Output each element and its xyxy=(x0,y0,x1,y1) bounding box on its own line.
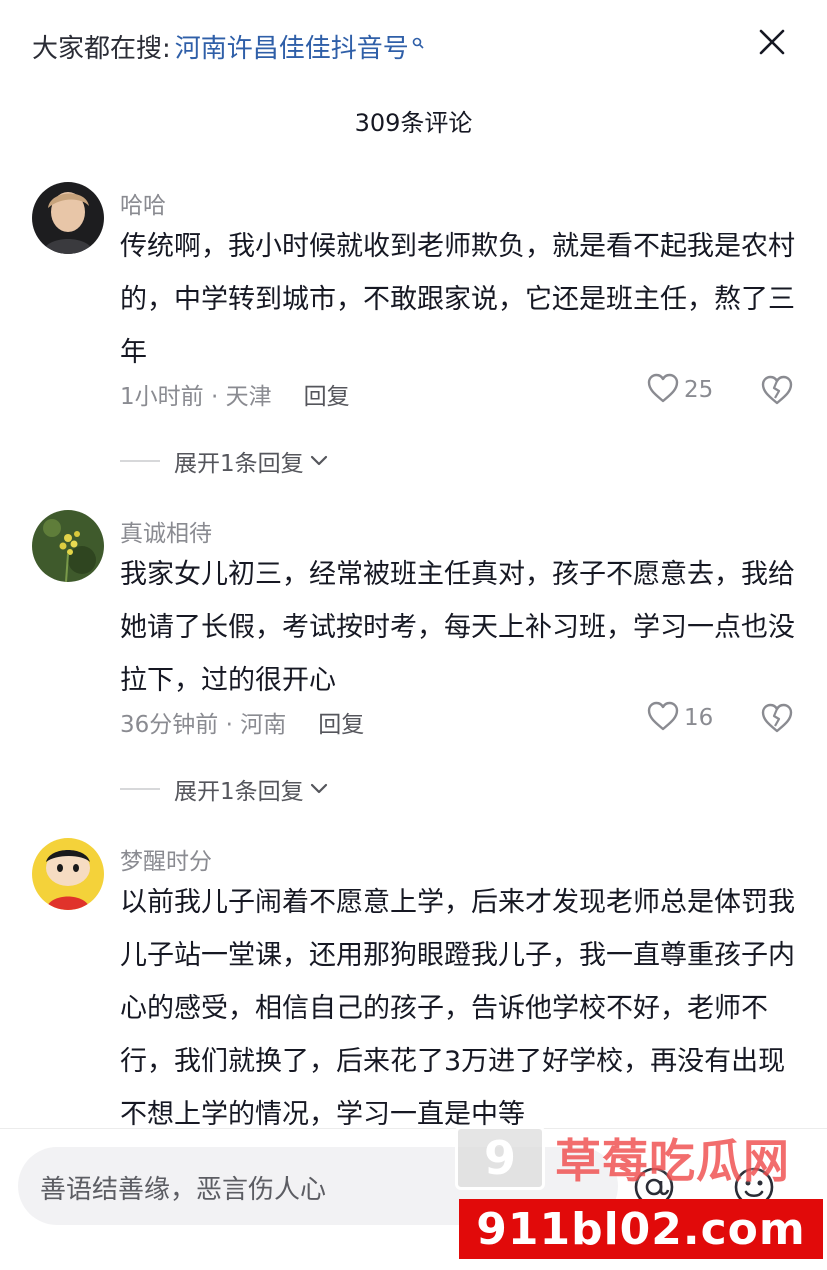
broken-heart-icon[interactable] xyxy=(760,702,794,738)
watermark-logo-number: 9 xyxy=(455,1126,545,1190)
search-suggestion-term[interactable]: 河南许昌佳佳抖音号 xyxy=(175,28,409,65)
expand-replies-label: 展开1条回复 xyxy=(174,779,304,805)
comment-username[interactable]: 梦醒时分 xyxy=(120,842,212,876)
avatar[interactable] xyxy=(32,182,104,254)
comment-meta: 36分钟前 · 河南 回复 xyxy=(120,705,364,739)
chevron-down-icon xyxy=(304,452,328,471)
comment-meta: 1小时前 · 天津 回复 xyxy=(120,377,350,411)
comment-time-location: 1小时前 · 天津 xyxy=(120,384,272,410)
search-icon xyxy=(412,26,424,56)
watermark-site-name: 草莓吃瓜网 xyxy=(555,1134,790,1188)
heart-outline-icon xyxy=(646,372,680,408)
broken-heart-icon[interactable] xyxy=(760,374,794,410)
close-icon[interactable] xyxy=(752,22,792,62)
search-suggestion[interactable]: 大家都在搜: 河南许昌佳佳抖音号 xyxy=(32,28,424,65)
comment-username[interactable]: 真诚相待 xyxy=(120,514,212,548)
like-button[interactable]: 25 xyxy=(646,372,713,408)
like-button[interactable]: 16 xyxy=(646,700,713,736)
reply-button[interactable]: 回复 xyxy=(304,377,350,411)
reply-button[interactable]: 回复 xyxy=(318,705,364,739)
divider xyxy=(120,788,160,790)
like-count: 16 xyxy=(684,705,714,731)
watermark-domain: 911bl02.com xyxy=(459,1199,823,1259)
comments-header: 大家都在搜: 河南许昌佳佳抖音号 309条评论 xyxy=(0,0,827,160)
comment-text: 以前我儿子闹着不愿意上学，后来才发现老师总是体罚我儿子站一堂课，还用那狗眼蹬我儿… xyxy=(120,887,795,1130)
avatar[interactable] xyxy=(32,510,104,582)
like-count: 25 xyxy=(684,377,714,403)
site-watermark: 9 草莓吃瓜网 www.cmcgw.com 911bl02.com xyxy=(443,1113,827,1270)
chevron-down-icon xyxy=(304,780,328,799)
expand-replies[interactable]: 展开1条回复 xyxy=(120,772,328,806)
comment-text: 传统啊，我小时候就收到老师欺负，就是看不起我是农村的，中学转到城市，不敢跟家说，… xyxy=(120,231,795,368)
heart-outline-icon xyxy=(646,700,680,736)
comment-input-placeholder: 善语结善缘，恶言伤人心 xyxy=(40,1175,327,1205)
expand-replies[interactable]: 展开1条回复 xyxy=(120,444,328,478)
comment-text: 我家女儿初三，经常被班主任真对，孩子不愿意去，我给她请了长假，考试按时考，每天上… xyxy=(120,559,795,696)
avatar[interactable] xyxy=(32,838,104,910)
divider xyxy=(120,460,160,462)
search-suggestion-prefix: 大家都在搜: xyxy=(32,34,171,64)
watermark-logo: 9 草莓吃瓜网 xyxy=(455,1117,823,1199)
comment-time-location: 36分钟前 · 河南 xyxy=(120,712,287,738)
comment-username[interactable]: 哈哈 xyxy=(120,186,166,220)
comment-count: 309条评论 xyxy=(354,109,473,137)
expand-replies-label: 展开1条回复 xyxy=(174,451,304,477)
